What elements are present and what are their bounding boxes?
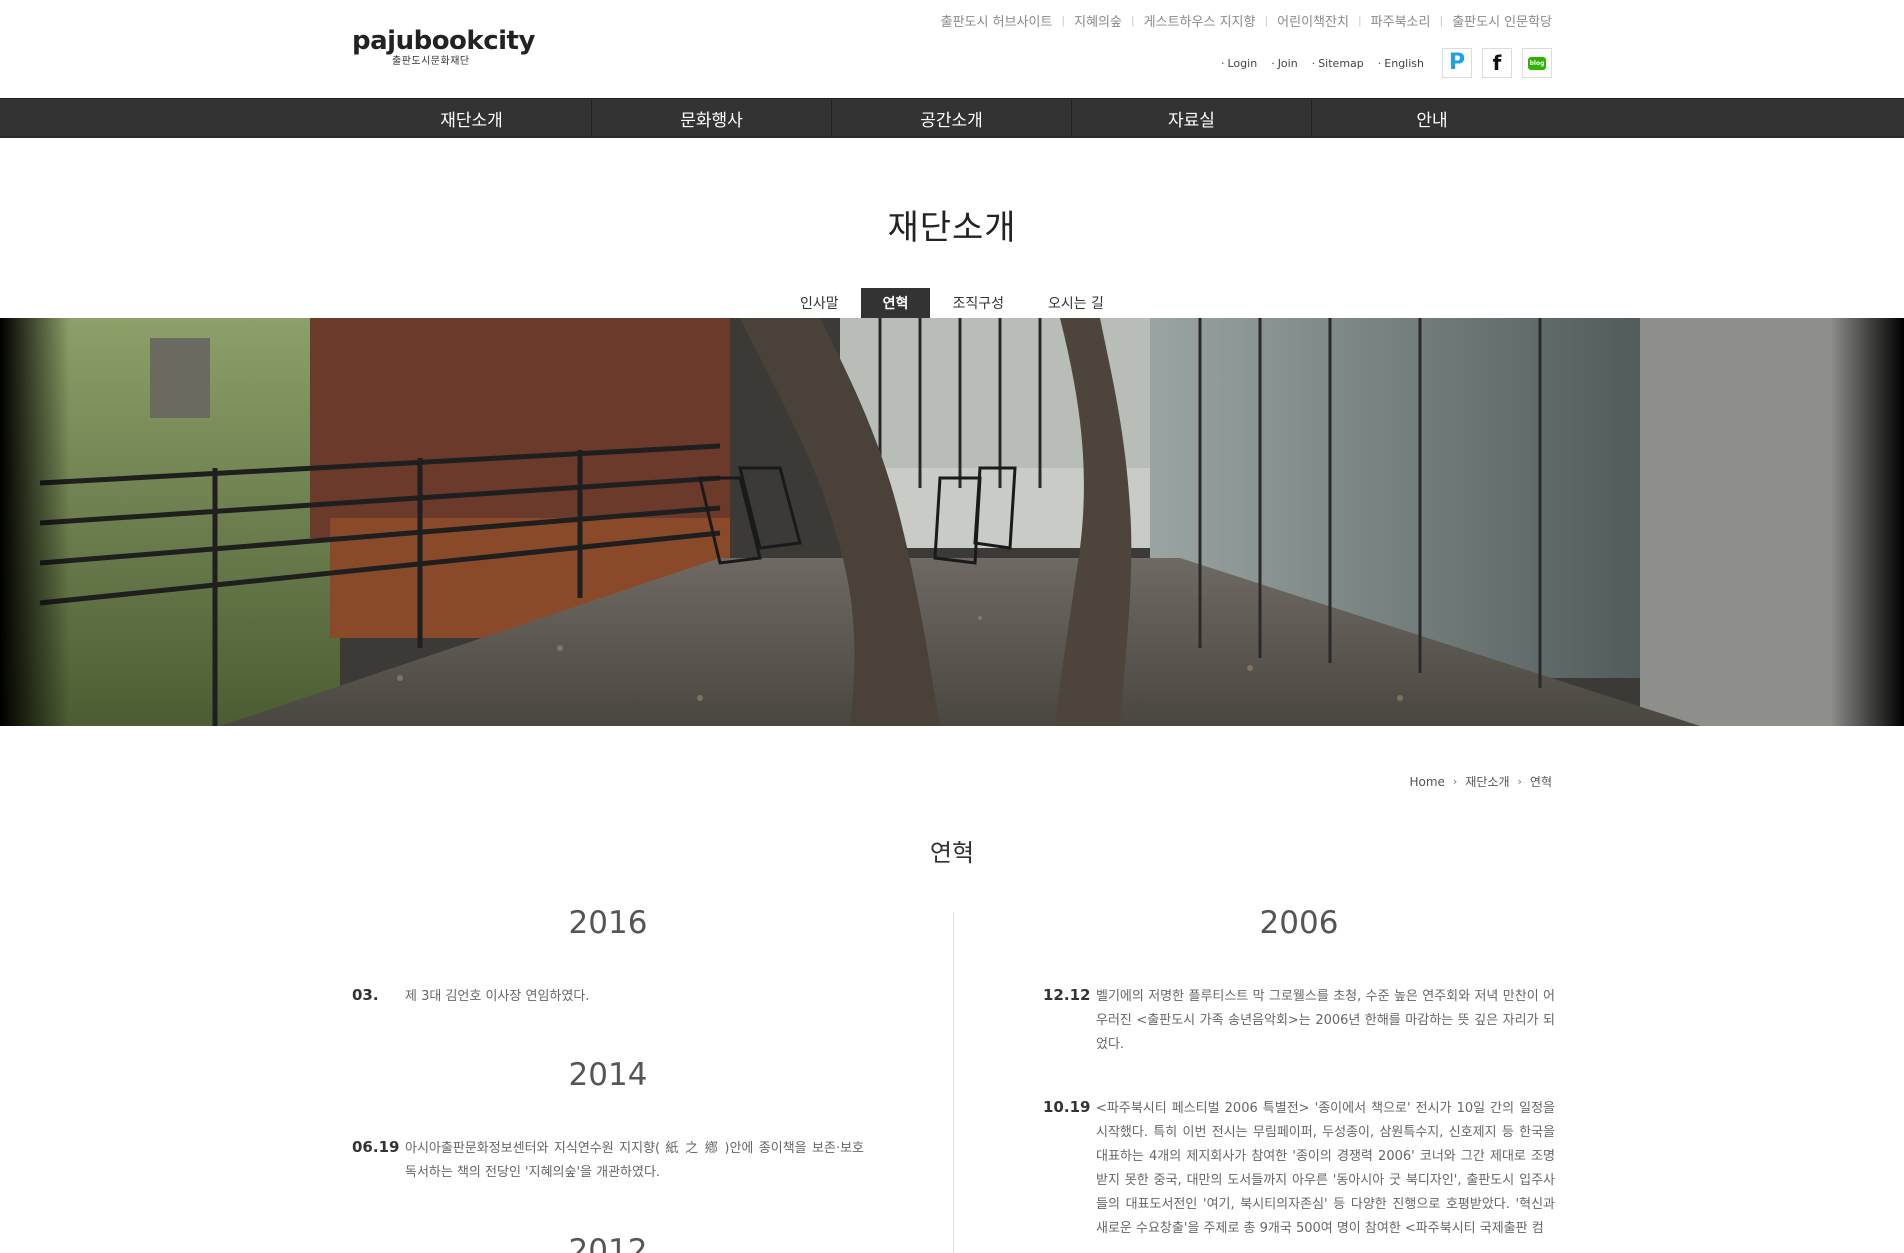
- divider: |: [1061, 14, 1066, 27]
- tab-organization[interactable]: 조직구성: [930, 288, 1026, 318]
- nav-item-events[interactable]: 문화행사: [592, 99, 832, 137]
- main-nav: 재단소개 문화행사 공간소개 자료실 안내: [0, 98, 1904, 138]
- nav-item-archive[interactable]: 자료실: [1072, 99, 1312, 137]
- join-link[interactable]: · Join: [1271, 57, 1298, 70]
- breadcrumb-foundation[interactable]: 재단소개: [1465, 773, 1509, 790]
- timeline-entry: 06.19 아시아출판문화정보센터와 지식연수원 지지향( 紙 之 鄕 )안에 …: [352, 1137, 864, 1185]
- timeline-entry: 12.12 벨기에의 저명한 플루티스트 막 그로웰스를 초청, 수준 높은 연…: [1043, 985, 1555, 1057]
- top-link-kids-book-fair[interactable]: 어린이책잔치: [1277, 11, 1349, 30]
- logo-subtitle: 출판도시문화재단: [392, 56, 470, 67]
- timeline-right-column: 2006 12.12 벨기에의 저명한 플루티스트 막 그로웰스를 초청, 수준…: [1043, 905, 1555, 1253]
- blog-icon: blog: [1528, 56, 1546, 70]
- entry-text: 제 3대 김언호 이사장 연임하였다.: [405, 989, 590, 1004]
- login-link[interactable]: · Login: [1221, 57, 1257, 70]
- year-heading: 2014: [568, 1057, 648, 1093]
- section-title: 연혁: [929, 839, 975, 867]
- main-nav-inner: 재단소개 문화행사 공간소개 자료실 안내: [352, 99, 1552, 137]
- divider: |: [1264, 14, 1269, 27]
- entry-date: 06.19: [352, 1138, 400, 1156]
- nav-item-info[interactable]: 안내: [1312, 99, 1552, 137]
- p-icon-button[interactable]: P: [1442, 48, 1472, 78]
- year-heading: 2006: [1259, 905, 1339, 941]
- facebook-icon: f: [1492, 51, 1502, 75]
- logo-wordmark: pajubookcity: [352, 26, 535, 56]
- site-logo[interactable]: pajubookcity 출판도시문화재단: [352, 26, 535, 68]
- tab-greeting[interactable]: 인사말: [778, 288, 861, 318]
- entry-date: 12.12: [1043, 986, 1091, 1004]
- divider: |: [1357, 14, 1362, 27]
- breadcrumb-home[interactable]: Home: [1409, 775, 1444, 789]
- entry-text: 벨기에의 저명한 플루티스트 막 그로웰스를 초청, 수준 높은 연주회와 저녁…: [1096, 989, 1555, 1052]
- utility-bar: · Login · Join · Sitemap · English P f blog: [1207, 48, 1552, 78]
- timeline-entry: 10.19 <파주북시티 페스티벌 2006 특별전> '종이에서 책으로' 전…: [1043, 1097, 1555, 1241]
- p-icon: P: [1448, 50, 1466, 75]
- blog-button[interactable]: blog: [1522, 48, 1552, 78]
- nav-item-foundation[interactable]: 재단소개: [352, 99, 592, 137]
- divider: |: [1130, 14, 1135, 27]
- entry-text: 아시아출판문화정보센터와 지식연수원 지지향( 紙 之 鄕 )안에 종이책을 보…: [405, 1141, 864, 1180]
- page-title: 재단소개: [887, 208, 1017, 248]
- sitemap-link[interactable]: · Sitemap: [1312, 57, 1364, 70]
- hero-photo: [0, 318, 1904, 726]
- top-link-guesthouse[interactable]: 게스트하우스 지지향: [1144, 11, 1256, 30]
- top-link-hub[interactable]: 출판도시 허브사이트: [941, 11, 1053, 30]
- timeline-left-column: 2016 03. 제 3대 김언호 이사장 연임하였다. 2014 06.19 …: [352, 905, 864, 1253]
- chevron-right-icon: ›: [1452, 775, 1458, 788]
- entry-text: <파주북시티 페스티벌 2006 특별전> '종이에서 책으로' 전시가 10일…: [1096, 1101, 1555, 1236]
- top-link-forest[interactable]: 지혜의숲: [1074, 11, 1122, 30]
- entry-date: 03.: [352, 986, 379, 1004]
- timeline-divider: [953, 912, 954, 1253]
- sns-links: P f blog: [1442, 48, 1552, 78]
- util-links: · Login · Join · Sitemap · English: [1207, 57, 1424, 70]
- top-link-humanities[interactable]: 출판도시 인문학당: [1452, 11, 1552, 30]
- sub-tabs: 인사말 연혁 조직구성 오시는 길: [0, 288, 1904, 318]
- facebook-button[interactable]: f: [1482, 48, 1512, 78]
- family-site-links: 출판도시 허브사이트 | 지혜의숲 | 게스트하우스 지지향 | 어린이책잔치 …: [941, 11, 1552, 30]
- divider: |: [1439, 14, 1444, 27]
- breadcrumb-current: 연혁: [1529, 775, 1552, 789]
- entry-date: 10.19: [1043, 1098, 1091, 1116]
- breadcrumb: Home › 재단소개 › 연혁: [1409, 773, 1552, 790]
- page: pajubookcity 출판도시문화재단 출판도시 허브사이트 | 지혜의숲 …: [0, 0, 1904, 1253]
- year-heading: 2012: [568, 1233, 648, 1253]
- year-heading: 2016: [568, 905, 648, 941]
- chevron-right-icon: ›: [1517, 775, 1522, 788]
- timeline-entry: 03. 제 3대 김언호 이사장 연임하였다.: [352, 985, 864, 1009]
- tab-history[interactable]: 연혁: [860, 288, 931, 318]
- top-link-booksori[interactable]: 파주북소리: [1371, 11, 1431, 30]
- nav-item-spaces[interactable]: 공간소개: [832, 99, 1072, 137]
- site-header: pajubookcity 출판도시문화재단 출판도시 허브사이트 | 지혜의숲 …: [0, 0, 1904, 98]
- english-link[interactable]: · English: [1378, 57, 1424, 70]
- hero-banner-image: [0, 318, 1904, 726]
- tab-directions[interactable]: 오시는 길: [1026, 288, 1126, 318]
